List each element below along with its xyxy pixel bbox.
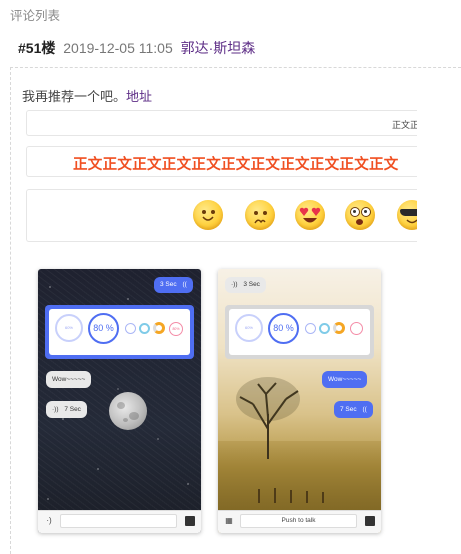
push-to-talk-button[interactable]: Push to talk: [240, 514, 357, 528]
mini-ring-1: [125, 323, 136, 334]
demo-marquee-box: 正文正: [26, 110, 417, 136]
text-bubble-wow[interactable]: Wow~~~~~: [322, 371, 368, 388]
voice-duration-label: 3 Sec: [160, 281, 177, 288]
progress-ring-small: 60%: [235, 314, 263, 342]
comment-date: 2019-12-05 11:05: [63, 40, 173, 56]
sound-wave-icon: ((: [362, 406, 367, 413]
progress-widget: 60% 80 % 80%: [45, 305, 194, 359]
text-bubble-wow[interactable]: Wow~~~~~: [46, 371, 92, 388]
mini-ring-3: [153, 322, 165, 334]
voice-duration-label: 7 Sec: [340, 406, 357, 413]
comment-address-link[interactable]: 地址: [126, 89, 152, 104]
voice-bubble-left[interactable]: ·)) 7 Sec: [46, 401, 87, 418]
sound-wave-icon: ·)): [52, 406, 59, 413]
progress-widget: 60% 80 %: [225, 305, 374, 359]
voice-bubble-top[interactable]: 3 Sec ((: [154, 277, 193, 293]
comment-text-content: 我再推荐一个吧。: [22, 89, 127, 104]
mini-ring-4: [350, 322, 363, 335]
voice-bubble-right[interactable]: 7 Sec ((: [334, 401, 373, 418]
keyboard-icon[interactable]: ▦: [224, 516, 234, 526]
progress-ring-main-label: 80 %: [273, 323, 294, 333]
voice-toggle-icon[interactable]: ·): [44, 516, 54, 526]
section-title: 评论列表: [10, 9, 61, 23]
demo-marquee-text: 正文正: [391, 120, 417, 130]
smiling-face-icon: [193, 200, 223, 230]
mini-ring-3: [333, 322, 345, 334]
tree-image: [236, 377, 300, 459]
progress-ring-main: 80 %: [268, 313, 299, 344]
heart-eyes-face-icon: [295, 200, 325, 230]
input-bar: ▦ Push to talk: [218, 510, 381, 533]
progress-ring-small-label: 60%: [244, 325, 253, 330]
mini-ring-4-label: 80%: [172, 327, 180, 331]
demo-emphasis-text: 正文正文正文正文正文正文正文正文正文正文正文: [73, 157, 399, 173]
comment-author-link[interactable]: 郭达·斯坦森: [181, 40, 256, 56]
message-input[interactable]: [60, 514, 177, 528]
mini-ring-2: [319, 323, 330, 334]
moon-image: [109, 392, 147, 430]
comment-text: 我再推荐一个吧。地址: [22, 86, 152, 105]
comment-header: #51楼 2019-12-05 11:05 郭达·斯坦森: [18, 38, 255, 58]
text-bubble-wow-label: Wow~~~~~: [328, 376, 362, 383]
progress-ring-small: 60%: [55, 314, 83, 342]
sound-wave-icon: ·)): [231, 281, 238, 288]
progress-ring-small-label: 60%: [64, 325, 73, 330]
mini-ring-2: [139, 323, 150, 334]
sunglasses-face-icon: [397, 200, 417, 230]
demo-emoji-box: [26, 189, 417, 242]
sound-wave-icon: ((: [182, 281, 187, 288]
mini-ring-4: 80%: [169, 322, 183, 336]
voice-duration-label: 3 Sec: [243, 281, 260, 288]
mini-ring-1: [305, 323, 316, 334]
progress-ring-main-label: 80 %: [93, 323, 114, 333]
page: 评论列表 #51楼 2019-12-05 11:05 郭达·斯坦森 我再推荐一个…: [0, 0, 461, 554]
phone-preview-light: ·)) 3 Sec 60% 80 % Wow~~~~~ 7 Sec ((▦ P…: [218, 269, 381, 533]
voice-bubble-top[interactable]: ·)) 3 Sec: [225, 277, 266, 293]
input-bar: ·): [38, 510, 201, 533]
text-bubble-wow-label: Wow~~~~~: [52, 376, 86, 383]
phone-preview-dark: 3 Sec (( 60% 80 % 80% Wow~~~~~ ·)) 7 Sec…: [38, 269, 201, 533]
worried-face-icon: [245, 200, 275, 230]
image-icon[interactable]: [365, 516, 375, 526]
image-icon[interactable]: [185, 516, 195, 526]
demo-emphasis-box: 正文正文正文正文正文正文正文正文正文正文正文: [26, 146, 417, 177]
progress-ring-main: 80 %: [88, 313, 119, 344]
comment-floor: #51楼: [18, 40, 56, 56]
shocked-face-icon: [345, 200, 375, 230]
voice-duration-label: 7 Sec: [64, 406, 81, 413]
